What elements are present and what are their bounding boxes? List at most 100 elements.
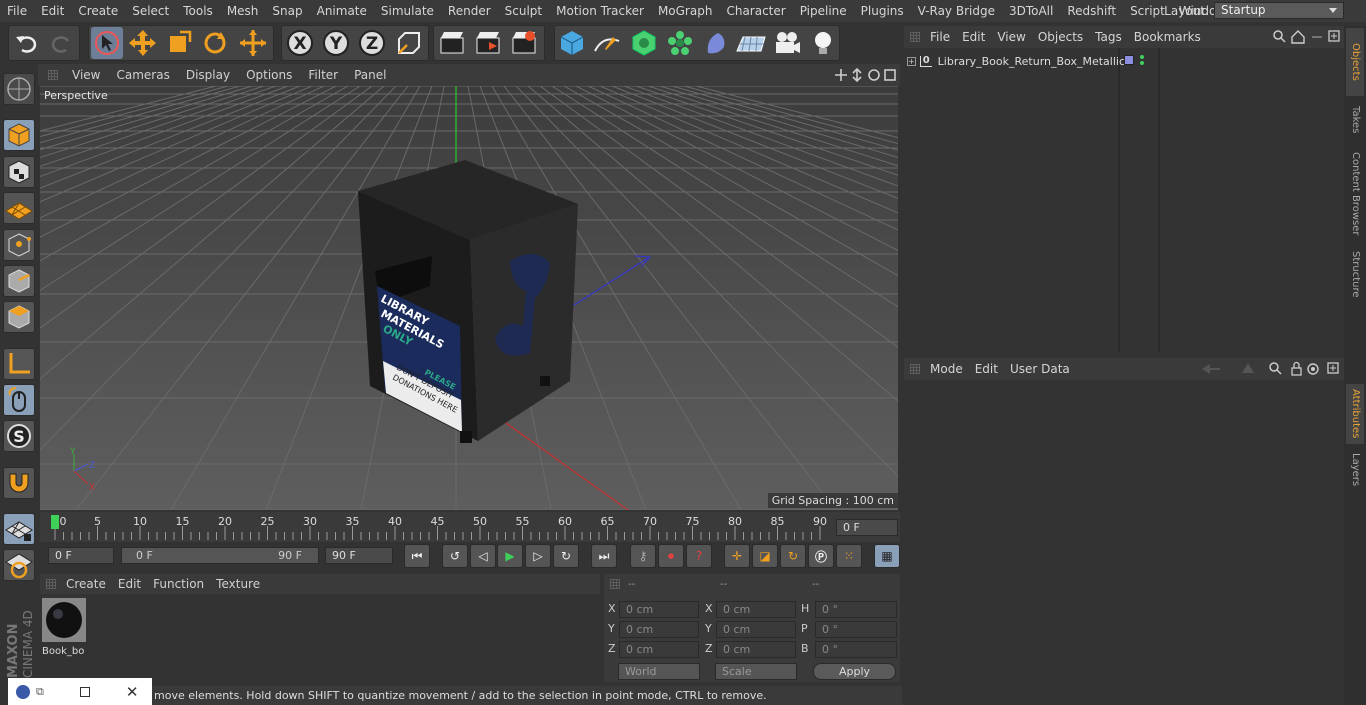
light-button[interactable] xyxy=(807,27,839,59)
next-frame-button[interactable]: ▷ xyxy=(525,544,551,568)
transform-tool-button[interactable] xyxy=(237,27,269,59)
tweak-mode-button[interactable] xyxy=(3,384,35,416)
object-menu-file[interactable]: File xyxy=(924,30,956,44)
coord-value-field[interactable]: 0 ° xyxy=(815,641,897,658)
menu-mesh[interactable]: Mesh xyxy=(220,0,266,22)
axis-mode-button[interactable] xyxy=(3,348,35,380)
back-arrow-icon[interactable] xyxy=(1202,364,1220,374)
previous-keyframe-button[interactable]: ↺ xyxy=(442,544,468,568)
next-keyframe-button[interactable]: ↻ xyxy=(553,544,579,568)
go-to-end-button[interactable]: ⏭ xyxy=(591,544,617,568)
viewport-menu-panel[interactable]: Panel xyxy=(346,68,394,82)
key-position-button[interactable]: ✛ xyxy=(724,544,750,568)
menu-tools[interactable]: Tools xyxy=(176,0,220,22)
tab-takes[interactable]: Takes xyxy=(1346,98,1364,142)
attr-search-icon[interactable] xyxy=(1269,362,1282,375)
menu-pipeline[interactable]: Pipeline xyxy=(793,0,854,22)
material-menu-texture[interactable]: Texture xyxy=(210,577,266,591)
viewport-menu-view[interactable]: View xyxy=(64,68,108,82)
cube-object-button[interactable] xyxy=(556,27,588,59)
viewport-menu-cameras[interactable]: Cameras xyxy=(108,68,177,82)
make-editable-button[interactable] xyxy=(3,73,35,105)
material-menu-edit[interactable]: Edit xyxy=(112,577,147,591)
size-mode-dropdown[interactable]: Scale xyxy=(715,663,797,680)
attributes-menu-user-data[interactable]: User Data xyxy=(1004,362,1076,376)
key-parameter-button[interactable]: Ⓟ xyxy=(808,544,834,568)
timeline-ruler[interactable]: 0 5 10 15 20 25 30 35 40 45 50 55 60 65 70 75 80 85 90 0 F xyxy=(40,512,900,542)
expand-icon[interactable]: + xyxy=(907,56,916,66)
coord-value-field[interactable]: 0 ° xyxy=(815,621,897,638)
tab-structure[interactable]: Structure xyxy=(1346,246,1364,302)
menu-plugins[interactable]: Plugins xyxy=(854,0,911,22)
polygons-mode-button[interactable] xyxy=(3,301,35,333)
coord-value-field[interactable]: 0 cm xyxy=(619,601,699,618)
menu-v-ray-bridge[interactable]: V-Ray Bridge xyxy=(911,0,1002,22)
model-mode-button[interactable] xyxy=(3,119,35,151)
menu-render[interactable]: Render xyxy=(441,0,498,22)
coordinate-space-dropdown[interactable]: World xyxy=(618,663,700,680)
maximize-icon[interactable] xyxy=(884,69,896,81)
workplane-mode-button[interactable] xyxy=(3,192,35,224)
key-rotation-button[interactable]: ↻ xyxy=(780,544,806,568)
menu-edit[interactable]: Edit xyxy=(34,0,71,22)
visibility-dots-icon[interactable] xyxy=(1140,54,1144,66)
autokey-button[interactable]: ⏺ xyxy=(658,544,684,568)
menu-character[interactable]: Character xyxy=(719,0,792,22)
key-scale-button[interactable]: ◪ xyxy=(752,544,778,568)
attributes-menu-edit[interactable]: Edit xyxy=(969,362,1004,376)
material-menu-create[interactable]: Create xyxy=(60,577,112,591)
coord-value-field[interactable]: 0 cm xyxy=(619,641,699,658)
workplane-lock-button[interactable] xyxy=(3,513,35,545)
attributes-menu-mode[interactable]: Mode xyxy=(924,362,969,376)
edges-mode-button[interactable] xyxy=(3,265,35,297)
search-icon[interactable] xyxy=(1273,30,1286,43)
playhead[interactable] xyxy=(51,515,59,529)
tab-content-browser[interactable]: Content Browser xyxy=(1346,148,1364,240)
record-active-button[interactable]: ⚷ xyxy=(630,544,656,568)
snap-button[interactable] xyxy=(3,467,35,499)
menu-3dtoall[interactable]: 3DToAll xyxy=(1002,0,1060,22)
coordinate-system-button[interactable] xyxy=(393,27,425,59)
key-pla-button[interactable]: ⁙ xyxy=(836,544,862,568)
render-settings-button[interactable] xyxy=(508,27,540,59)
go-to-start-button[interactable]: ⏮ xyxy=(404,544,430,568)
tab-objects[interactable]: Objects xyxy=(1346,28,1364,96)
layout-selector[interactable]: Layout: Startup xyxy=(1164,2,1344,19)
deformer-button[interactable] xyxy=(700,27,732,59)
menu-sculpt[interactable]: Sculpt xyxy=(498,0,549,22)
3d-viewport[interactable]: LIBRARY MATERIALS ONLY PLEASE DON'T DEPO… xyxy=(40,86,898,510)
menu-create[interactable]: Create xyxy=(71,0,125,22)
subdivision-surface-button[interactable] xyxy=(628,27,660,59)
locked-workplane-button[interactable] xyxy=(3,549,35,581)
layout-dropdown[interactable]: Startup xyxy=(1214,2,1344,19)
keyframe-selection-button[interactable]: ? xyxy=(686,544,712,568)
points-mode-button[interactable] xyxy=(3,229,35,261)
orbit-icon[interactable] xyxy=(868,69,880,81)
menu-select[interactable]: Select xyxy=(125,0,176,22)
object-menu-edit[interactable]: Edit xyxy=(956,30,991,44)
spline-pen-button[interactable] xyxy=(591,27,623,59)
end-frame-field[interactable]: 90 F xyxy=(325,547,393,564)
menu-snap[interactable]: Snap xyxy=(265,0,309,22)
rotate-tool-button[interactable] xyxy=(199,27,231,59)
restore-icon[interactable]: ⧉ xyxy=(36,685,44,699)
home-icon[interactable] xyxy=(1291,30,1305,44)
menu-motion-tracker[interactable]: Motion Tracker xyxy=(549,0,651,22)
coord-value-field[interactable]: 0 cm xyxy=(716,641,796,658)
scale-tool-button[interactable] xyxy=(163,27,195,59)
up-arrow-icon[interactable] xyxy=(1242,363,1254,373)
close-window-icon[interactable]: ✕ xyxy=(126,683,139,701)
apply-button[interactable]: Apply xyxy=(813,663,896,680)
render-picture-viewer-button[interactable] xyxy=(472,27,504,59)
menu-redshift[interactable]: Redshift xyxy=(1060,0,1123,22)
frame-range-slider[interactable]: 0 F 90 F xyxy=(121,547,319,564)
play-button[interactable]: ▶ xyxy=(497,544,523,568)
move-tool-button[interactable] xyxy=(127,27,159,59)
target-icon[interactable] xyxy=(1307,363,1319,375)
floor-button[interactable] xyxy=(735,27,767,59)
coord-value-field[interactable]: 0 cm xyxy=(716,601,796,618)
attr-new-panel-icon[interactable] xyxy=(1327,362,1339,374)
y-axis-button[interactable]: Y xyxy=(320,27,352,59)
coord-value-field[interactable]: 0 ° xyxy=(815,601,897,618)
coord-value-field[interactable]: 0 cm xyxy=(716,621,796,638)
